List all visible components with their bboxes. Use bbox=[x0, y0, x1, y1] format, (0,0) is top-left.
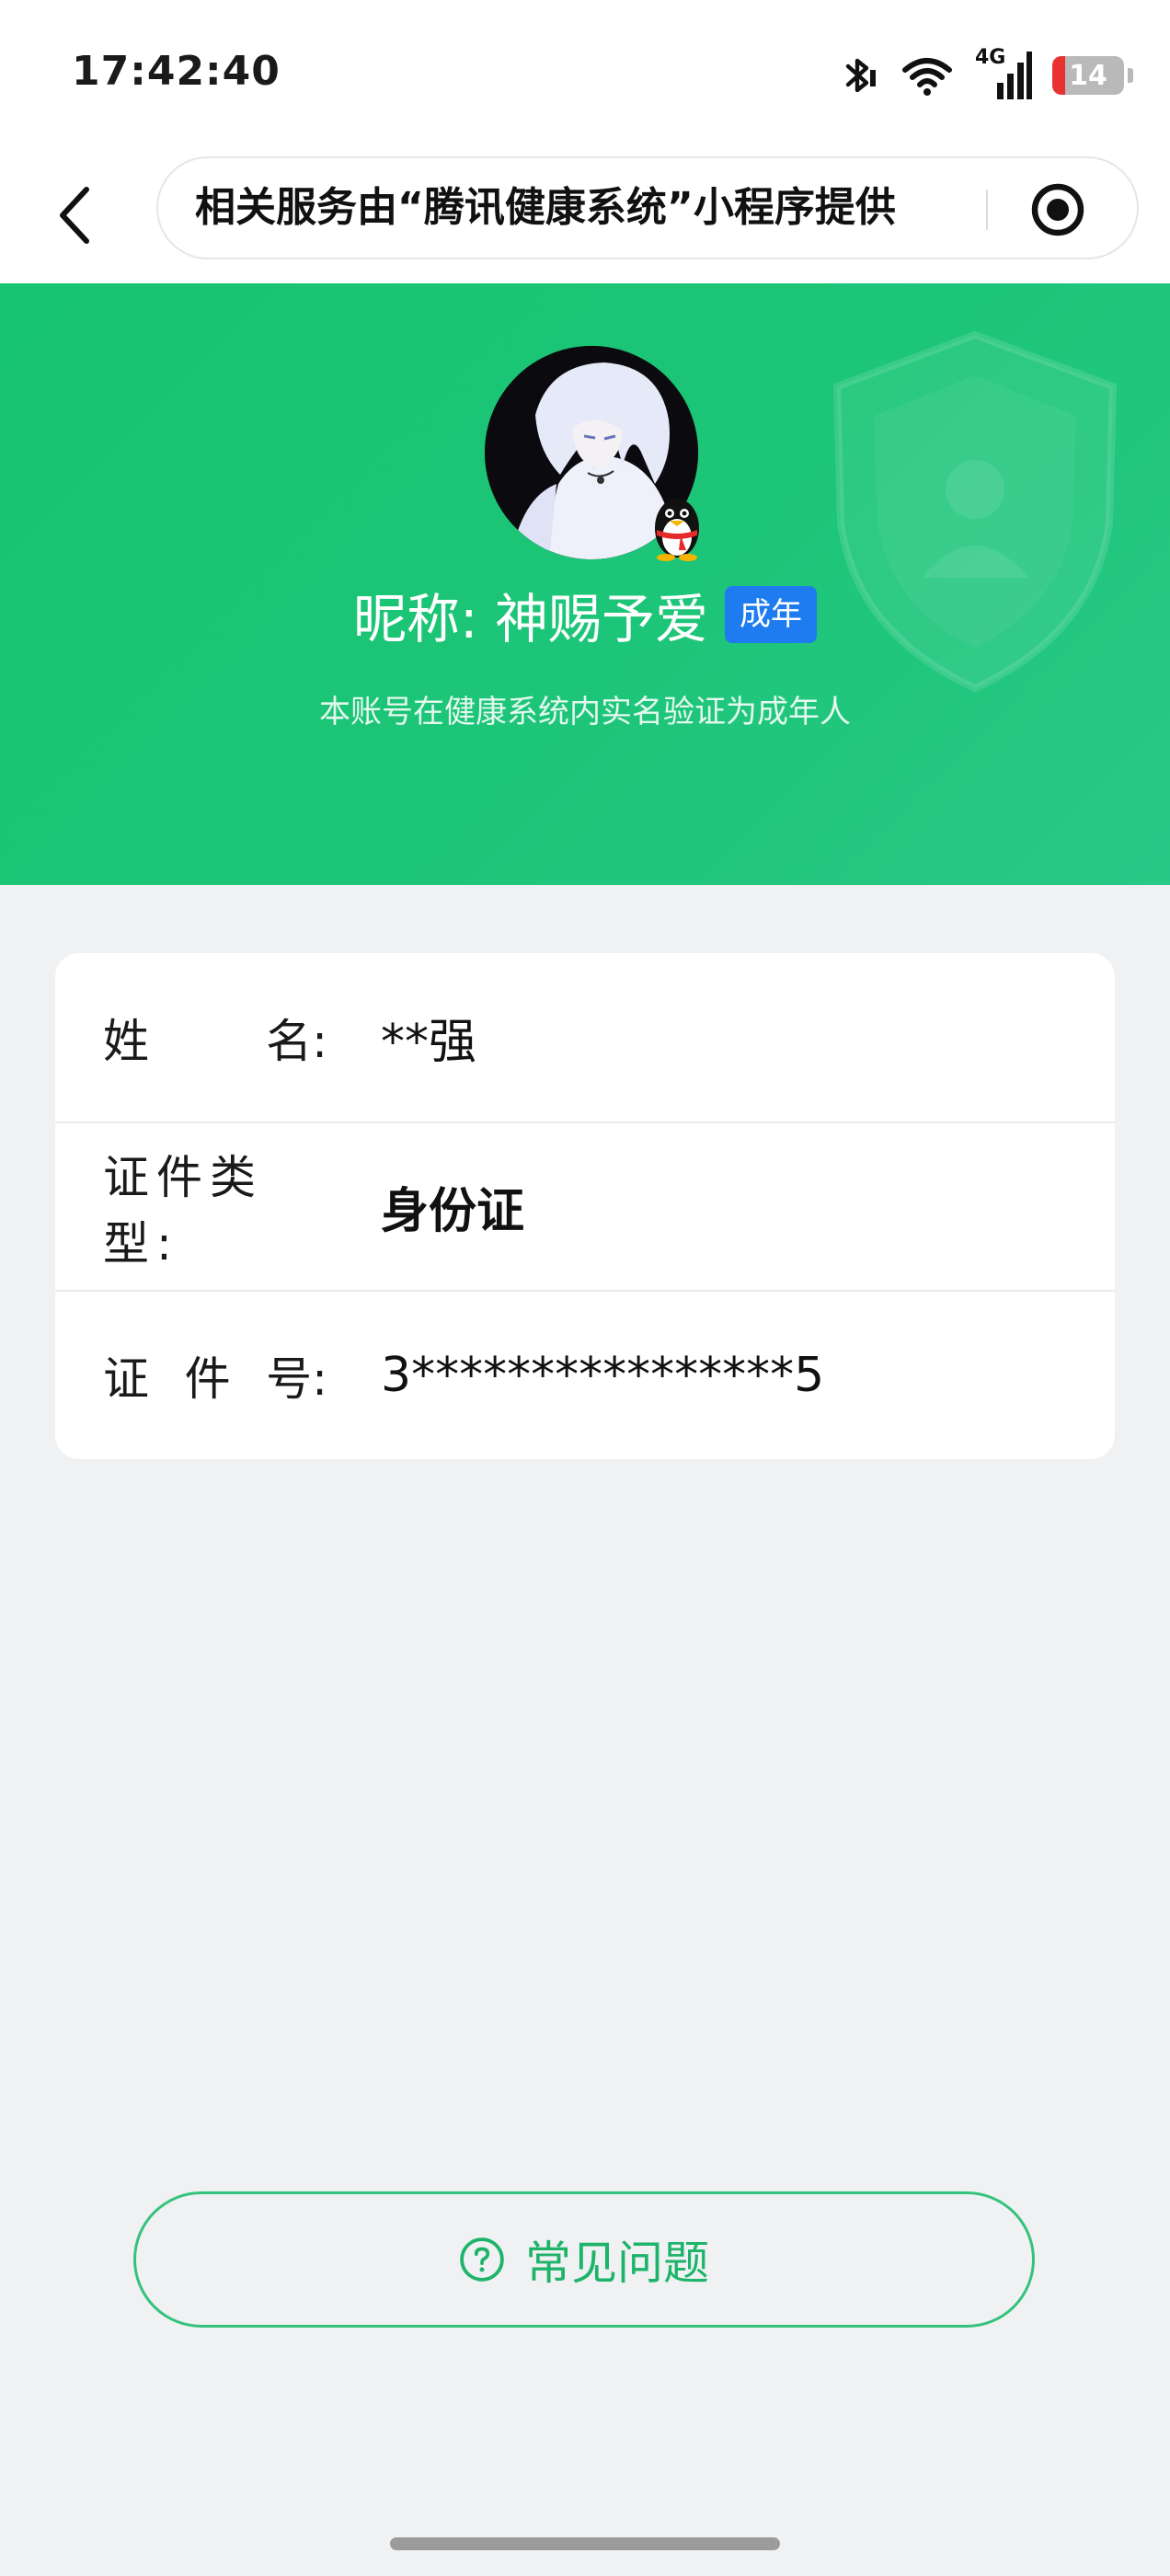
nickname-row: 昵称: 神赐予爱 成年 bbox=[0, 578, 1170, 651]
qq-penguin-icon bbox=[655, 499, 699, 561]
title-capsule: 相关服务由“腾讯健康系统”小程序提供 bbox=[156, 156, 1139, 259]
wifi-icon bbox=[902, 58, 952, 96]
home-indicator[interactable] bbox=[390, 2537, 780, 2550]
id-number-label-char: 件 bbox=[184, 1351, 231, 1406]
name-label-char: 名: bbox=[266, 1014, 327, 1068]
info-row-id-number: 证 件 号: 3****************5 bbox=[55, 1290, 1115, 1458]
name-label: 姓 名: bbox=[103, 1005, 327, 1071]
verification-text: 本账号在健康系统内实名验证为成年人 bbox=[319, 694, 851, 730]
bluetooth-icon bbox=[845, 58, 876, 93]
identity-info-card: 姓 名: **强 证件类型: 身份证 证 件 号: 3*************… bbox=[55, 953, 1115, 1459]
battery-icon: 14 bbox=[1052, 56, 1124, 95]
info-row-id-type: 证件类型: 身份证 bbox=[55, 1121, 1115, 1290]
adult-badge: 成年 bbox=[724, 586, 817, 643]
profile-hero: 昵称: 神赐予爱 成年 本账号在健康系统内实名验证为成年人 bbox=[0, 283, 1170, 885]
battery-tip bbox=[1128, 68, 1133, 83]
id-type-value: 身份证 bbox=[381, 1184, 525, 1239]
question-circle-icon bbox=[460, 2237, 504, 2282]
id-number-label-char: 证 bbox=[103, 1351, 149, 1406]
info-row-name: 姓 名: **强 bbox=[55, 953, 1115, 1121]
name-value: **强 bbox=[381, 1015, 477, 1070]
back-button[interactable] bbox=[39, 175, 112, 256]
name-label-char: 姓 bbox=[103, 1014, 149, 1068]
status-bar: 17:42:40 4G 14 bbox=[0, 0, 1170, 147]
chevron-left-icon bbox=[60, 187, 89, 244]
id-number-label-char: 号: bbox=[266, 1351, 327, 1406]
id-number-label: 证 件 号: bbox=[103, 1342, 327, 1409]
target-icon[interactable] bbox=[1030, 182, 1085, 237]
battery-level: 14 bbox=[1069, 59, 1107, 92]
nav-bar: 相关服务由“腾讯健康系统”小程序提供 bbox=[0, 147, 1170, 283]
page-title: 相关服务由“腾讯健康系统”小程序提供 bbox=[195, 184, 896, 231]
faq-label: 常见问题 bbox=[525, 2237, 709, 2290]
faq-button[interactable]: 常见问题 bbox=[133, 2191, 1035, 2328]
page: 17:42:40 4G 14 相关服务由“腾讯健康系统”小程序提供 昵称: 神赐… bbox=[0, 0, 1170, 2576]
cellular-signal-icon: 4G bbox=[975, 46, 1032, 99]
status-icons: 4G 14 bbox=[835, 46, 1133, 103]
id-number-value: 3****************5 bbox=[381, 1347, 825, 1403]
status-time: 17:42:40 bbox=[72, 48, 281, 95]
capsule-divider bbox=[986, 190, 988, 230]
id-type-label: 证件类型: bbox=[103, 1150, 263, 1271]
nickname: 昵称: 神赐予爱 bbox=[353, 588, 708, 650]
